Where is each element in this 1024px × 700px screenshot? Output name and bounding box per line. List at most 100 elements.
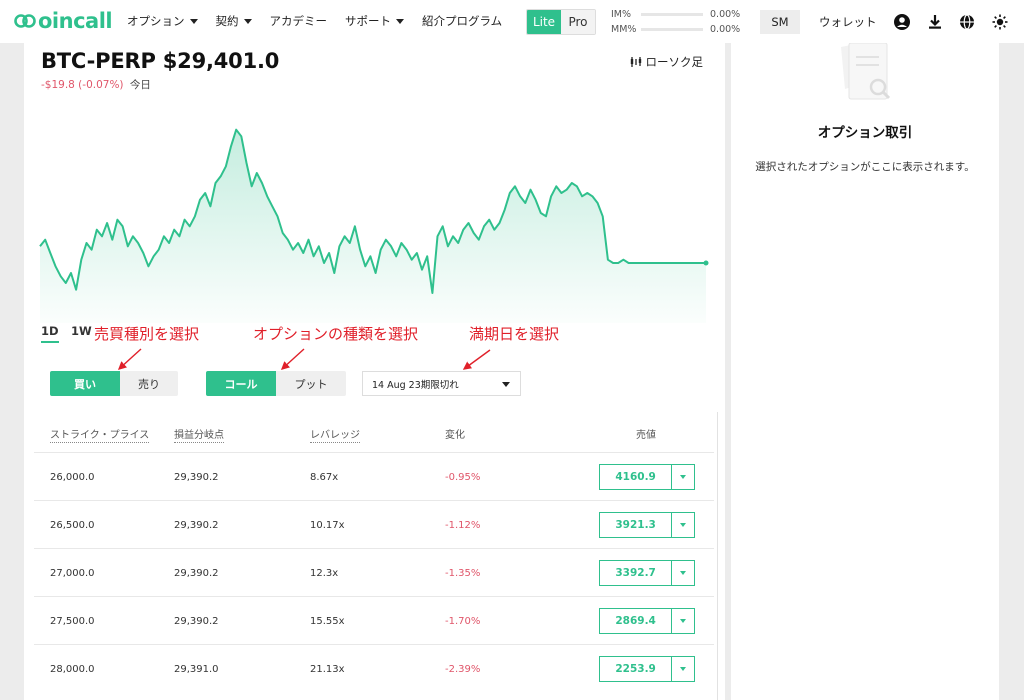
strike-cell: 26,000.0 [50, 472, 95, 483]
annotation-select-type: オプションの種類を選択 [253, 325, 419, 343]
ask-dropdown-toggle[interactable] [672, 465, 694, 489]
col-strike-header[interactable]: ストライク・プライス [50, 426, 150, 443]
option-type-selector: コール プット [206, 371, 346, 396]
nav-contracts-label: 契約 [215, 14, 239, 28]
table-row[interactable]: 26,500.0 29,390.2 10.17x -1.12% 3921.3 [34, 500, 714, 548]
annotation-select-side: 売買種別を選択 [94, 325, 200, 343]
col-leverage-header[interactable]: レバレッジ [310, 426, 360, 443]
leverage-cell: 10.17x [310, 520, 345, 531]
ask-price-button[interactable]: 2869.4 [599, 608, 695, 634]
globe-icon[interactable] [958, 13, 976, 31]
nav-support[interactable]: サポート [345, 13, 404, 29]
breakeven-cell: 29,391.0 [174, 664, 219, 675]
nav-referral-label: 紹介プログラム [422, 14, 503, 28]
logo[interactable]: oincall [14, 9, 113, 33]
strike-cell: 27,000.0 [50, 568, 95, 579]
account-badge[interactable]: SM [760, 10, 800, 34]
im-value: 0.00% [710, 9, 741, 20]
breakeven-cell: 29,390.2 [174, 472, 219, 483]
change-cell: -1.35% [445, 568, 481, 579]
main-nav: オプション 契約 アカデミー サポート 紹介プログラム [127, 13, 520, 29]
ask-dropdown-toggle[interactable] [672, 609, 694, 633]
ask-price-value: 3392.7 [600, 561, 673, 585]
table-row[interactable]: 27,000.0 29,390.2 12.3x -1.35% 3392.7 [34, 548, 714, 596]
chevron-down-icon [396, 18, 404, 24]
empty-document-icon [841, 43, 891, 100]
table-row[interactable]: 27,500.0 29,390.2 15.55x -1.70% 2869.4 [34, 596, 714, 644]
chart-area-fill [40, 129, 706, 323]
panel-empty-message: 選択されたオプションがここに表示されます。 [755, 161, 975, 173]
buy-button[interactable]: 買い [50, 371, 120, 396]
call-button[interactable]: コール [206, 371, 276, 396]
market-title: BTC-PERP $29,401.0 [41, 49, 280, 73]
caret-down-icon [680, 667, 687, 671]
user-icon[interactable] [893, 13, 911, 31]
leverage-cell: 21.13x [310, 664, 345, 675]
leverage-cell: 8.67x [310, 472, 339, 483]
put-button[interactable]: プット [276, 371, 346, 396]
im-row: IM% 0.00% [611, 7, 741, 22]
ask-dropdown-toggle[interactable] [672, 561, 694, 585]
option-trade-panel: オプション取引 選択されたオプションがここに表示されます。 [731, 43, 999, 700]
change-cell: -1.12% [445, 520, 481, 531]
sell-button[interactable]: 売り [120, 371, 178, 396]
nav-referral[interactable]: 紹介プログラム [422, 13, 502, 29]
price-change: -$19.8 (-0.07%) [41, 79, 124, 91]
nav-contracts[interactable]: 契約 [216, 13, 252, 29]
theme-sun-icon[interactable] [991, 13, 1009, 31]
col-breakeven-header[interactable]: 損益分岐点 [174, 426, 224, 443]
mode-toggle: Lite Pro [526, 9, 596, 35]
ask-price-value: 2253.9 [600, 657, 673, 681]
nav-academy[interactable]: アカデミー [270, 13, 328, 29]
table-row[interactable]: 28,000.0 29,391.0 21.13x -2.39% 2253.9 [34, 644, 714, 692]
side-selector: 買い 売り [50, 371, 178, 396]
caret-down-icon [680, 571, 687, 575]
candlestick-label: ローソク足 [645, 55, 704, 69]
ask-price-button[interactable]: 2253.9 [599, 656, 695, 682]
period-label: 今日 [129, 79, 151, 91]
strike-cell: 27,500.0 [50, 616, 95, 627]
breakeven-cell: 29,390.2 [174, 520, 219, 531]
expiry-select[interactable]: 14 Aug 23期限切れ [362, 371, 521, 396]
ask-price-button[interactable]: 3392.7 [599, 560, 695, 586]
col-ask-header: 売値 [636, 430, 656, 441]
table-row[interactable]: 26,000.0 29,390.2 8.67x -0.95% 4160.9 [34, 452, 714, 500]
ask-price-button[interactable]: 3921.3 [599, 512, 695, 538]
caret-down-icon [680, 619, 687, 623]
panel-title: オプション取引 [817, 125, 913, 141]
ask-price-value: 4160.9 [600, 465, 673, 489]
candlestick-toggle-button[interactable]: ローソク足 [630, 54, 704, 70]
nav-academy-label: アカデミー [269, 14, 328, 28]
leverage-cell: 15.55x [310, 616, 345, 627]
col-change-header: 変化 [445, 430, 465, 441]
chevron-down-icon [243, 18, 252, 24]
nav-options[interactable]: オプション [127, 13, 198, 29]
change-cell: -0.95% [445, 472, 481, 483]
im-label: IM% [611, 9, 632, 20]
mode-lite-button[interactable]: Lite [527, 10, 561, 34]
top-navigation-bar: oincall オプション 契約 アカデミー サポート 紹介プログラム Lite… [0, 0, 1024, 43]
price-change-line: -$19.8 (-0.07%) 今日 [41, 77, 151, 92]
timeframe-1d[interactable]: 1D [41, 324, 59, 343]
download-icon[interactable] [926, 13, 944, 31]
ask-dropdown-toggle[interactable] [672, 513, 694, 537]
expiry-value: 14 Aug 23期限切れ [372, 379, 459, 391]
candlestick-icon [630, 57, 641, 67]
timeframe-1w[interactable]: 1W [71, 324, 92, 338]
ask-price-button[interactable]: 4160.9 [599, 464, 695, 490]
annotation-select-expiry: 満期日を選択 [469, 325, 560, 343]
caret-down-icon [680, 475, 687, 479]
mm-value: 0.00% [710, 24, 741, 35]
chevron-down-icon [502, 382, 510, 387]
wallet-link[interactable]: ウォレット [819, 14, 877, 30]
leverage-cell: 12.3x [310, 568, 339, 579]
strike-cell: 28,000.0 [50, 664, 95, 675]
change-cell: -1.70% [445, 616, 481, 627]
mode-pro-button[interactable]: Pro [561, 10, 595, 34]
table-scrollbar[interactable] [717, 412, 718, 700]
coincall-logo-icon [14, 14, 36, 28]
mm-bar [641, 28, 703, 31]
ask-dropdown-toggle[interactable] [672, 657, 694, 681]
mm-label: MM% [611, 24, 637, 35]
change-cell: -2.39% [445, 664, 481, 675]
